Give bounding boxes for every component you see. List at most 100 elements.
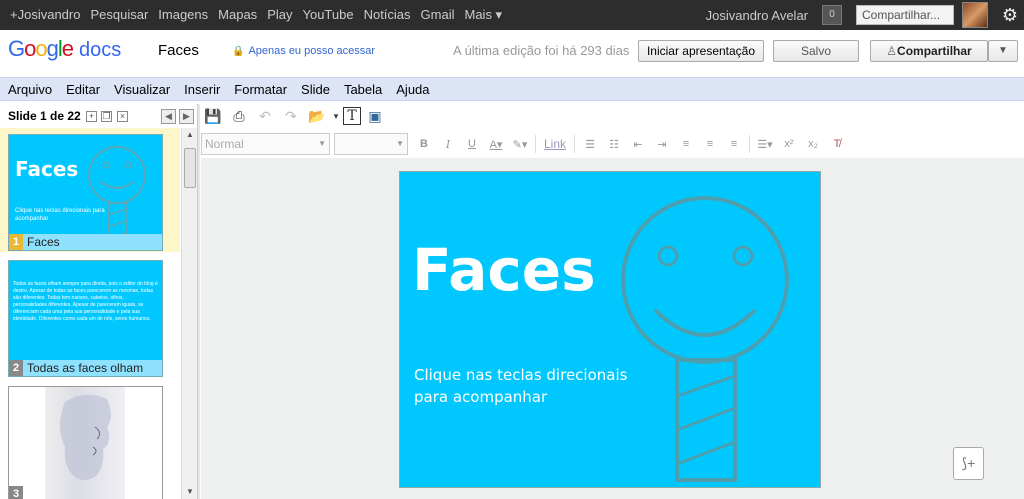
- lock-icon: 🔒: [232, 46, 245, 57]
- move-up-icon[interactable]: ◀: [161, 109, 176, 124]
- slide-thumbnail-preview: 3: [8, 386, 163, 499]
- text-color-icon[interactable]: A▾: [484, 134, 508, 154]
- menu-format[interactable]: Formatar: [227, 82, 294, 97]
- chevron-down-icon[interactable]: ▾: [331, 106, 341, 126]
- gbar-link-profile[interactable]: +Josivandro: [0, 0, 85, 30]
- subscript-icon[interactable]: x₂: [801, 134, 825, 154]
- notification-count[interactable]: 0: [822, 5, 842, 25]
- share-button[interactable]: ♙Compartilhar: [870, 40, 988, 62]
- smiley-face-icon: [621, 196, 789, 482]
- menu-help[interactable]: Ajuda: [389, 82, 436, 97]
- chevron-down-icon: ▼: [396, 139, 404, 148]
- document-title[interactable]: Faces: [158, 42, 199, 59]
- insert-shape-icon[interactable]: 📂: [305, 106, 329, 126]
- speaker-notes-icon: ⟆+: [961, 455, 976, 471]
- redo-icon[interactable]: ↷: [279, 106, 303, 126]
- thumbnail-title: Faces: [15, 157, 79, 181]
- align-left-icon[interactable]: ≡: [674, 134, 698, 154]
- gbar-link-search[interactable]: Pesquisar: [85, 0, 153, 30]
- user-name[interactable]: Josivandro Avelar: [706, 8, 808, 23]
- bulleted-list-icon[interactable]: ☷: [602, 134, 626, 154]
- share-dropdown-button[interactable]: ▼: [988, 40, 1018, 62]
- save-icon[interactable]: 💾: [201, 106, 225, 126]
- toolbar-separator: [574, 135, 576, 153]
- insert-image-icon[interactable]: ▣: [363, 106, 387, 126]
- start-presentation-button[interactable]: Iniciar apresentação: [638, 40, 764, 62]
- current-slide[interactable]: Faces Clique nas teclas direcionais para…: [399, 171, 821, 488]
- menu-slide[interactable]: Slide: [294, 82, 337, 97]
- panel-divider[interactable]: [197, 104, 200, 499]
- menu-file[interactable]: Arquivo: [0, 82, 59, 97]
- main-toolbar: 💾 ⎙ ↶ ↷ 📂 ▾ T ▣: [201, 104, 1024, 128]
- superscript-icon[interactable]: x²: [777, 134, 801, 154]
- slide-canvas: Faces Clique nas teclas direcionais para…: [201, 158, 1024, 499]
- privacy-status[interactable]: 🔒 Apenas eu posso acessar: [232, 45, 375, 57]
- print-icon[interactable]: ⎙: [227, 106, 251, 126]
- slide-thumbnail-2[interactable]: Todas as faces olham sempre para direita…: [0, 254, 180, 378]
- google-docs-logo[interactable]: Google docs: [8, 36, 121, 62]
- gbar-link-youtube[interactable]: YouTube: [297, 0, 358, 30]
- slide-thumbnail-1[interactable]: Faces Clique nas teclas direcionais para…: [0, 128, 180, 252]
- menu-edit[interactable]: Editar: [59, 82, 107, 97]
- undo-icon[interactable]: ↶: [253, 106, 277, 126]
- align-center-icon[interactable]: ≡: [698, 134, 722, 154]
- gbar-link-maps[interactable]: Mapas: [213, 0, 262, 30]
- share-person-icon: ♙: [886, 44, 898, 58]
- menu-insert[interactable]: Inserir: [177, 82, 227, 97]
- scrollbar-thumb[interactable]: [184, 148, 196, 188]
- highlight-color-icon[interactable]: ✎▾: [508, 134, 532, 154]
- thumbnail-label-bar: 1 Faces: [9, 234, 162, 250]
- align-right-icon[interactable]: ≡: [722, 134, 746, 154]
- underline-icon[interactable]: U: [460, 134, 484, 154]
- share-button-label: Compartilhar: [897, 44, 972, 58]
- delete-slide-icon[interactable]: ×: [117, 111, 128, 122]
- insert-link-button[interactable]: Link: [539, 137, 571, 151]
- last-edit-info[interactable]: A última edição foi há 293 dias: [453, 43, 629, 58]
- font-select[interactable]: ▼: [334, 133, 408, 155]
- gbar-link-images[interactable]: Imagens: [153, 0, 213, 30]
- increase-indent-icon[interactable]: ⇥: [650, 134, 674, 154]
- gbar-link-gmail[interactable]: Gmail: [416, 0, 460, 30]
- gbar-link-news[interactable]: Notícias: [359, 0, 416, 30]
- menu-table[interactable]: Tabela: [337, 82, 389, 97]
- slide-subtitle[interactable]: Clique nas teclas direcionais para acomp…: [414, 364, 654, 408]
- saved-button[interactable]: Salvo: [773, 40, 859, 62]
- slide-name: Faces: [27, 235, 60, 249]
- logo-docs-text: docs: [79, 39, 122, 61]
- move-down-icon[interactable]: ▶: [179, 109, 194, 124]
- slide-subtitle-line-2: para acompanhar: [414, 388, 548, 406]
- add-comment-button[interactable]: ⟆+: [953, 447, 984, 480]
- decrease-indent-icon[interactable]: ⇤: [626, 134, 650, 154]
- slide-number: 3: [9, 486, 23, 499]
- gear-icon[interactable]: ⚙: [996, 0, 1024, 30]
- scroll-up-icon[interactable]: ▲: [184, 130, 196, 140]
- gbar-link-more[interactable]: Mais ▾: [460, 0, 508, 30]
- slide-subtitle-line-1: Clique nas teclas direcionais: [414, 366, 628, 384]
- chevron-down-icon: ▼: [318, 139, 326, 148]
- bold-icon[interactable]: B: [412, 134, 436, 154]
- italic-icon[interactable]: I: [436, 134, 460, 154]
- scroll-down-icon[interactable]: ▼: [184, 487, 196, 497]
- numbered-list-icon[interactable]: ☰: [578, 134, 602, 154]
- slide-list-scrollbar[interactable]: ▲ ▼: [181, 128, 197, 499]
- google-bar-right: Josivandro Avelar 0 Compartilhar... ⚙: [706, 0, 1024, 30]
- text-box-icon[interactable]: T: [343, 107, 361, 125]
- slide-thumbnail-list: Faces Clique nas teclas direcionais para…: [0, 128, 181, 499]
- toolbar-separator: [535, 135, 536, 153]
- paragraph-style-select[interactable]: Normal ▼: [201, 133, 330, 155]
- avatar[interactable]: [962, 2, 988, 28]
- duplicate-slide-icon[interactable]: ❐: [101, 111, 112, 122]
- line-spacing-icon[interactable]: ☰▾: [753, 134, 777, 154]
- clear-formatting-icon[interactable]: T̸: [825, 134, 849, 154]
- menu-view[interactable]: Visualizar: [107, 82, 177, 97]
- gbar-link-play[interactable]: Play: [262, 0, 297, 30]
- slide-count: Slide 1 de 22: [8, 109, 81, 123]
- gbar-share-button[interactable]: Compartilhar...: [856, 5, 954, 25]
- slide-panel-header: Slide 1 de 22 + ❐ × ◀ ▶: [0, 104, 198, 128]
- slide-name: Todas as faces olham: [27, 361, 144, 375]
- google-bar: +Josivandro Pesquisar Imagens Mapas Play…: [0, 0, 1024, 30]
- slide-thumbnail-3[interactable]: 3: [0, 380, 180, 499]
- slide-thumbnail-preview: Todas as faces olham sempre para direita…: [8, 260, 163, 377]
- slide-title[interactable]: Faces: [412, 236, 596, 304]
- add-slide-icon[interactable]: +: [86, 111, 97, 122]
